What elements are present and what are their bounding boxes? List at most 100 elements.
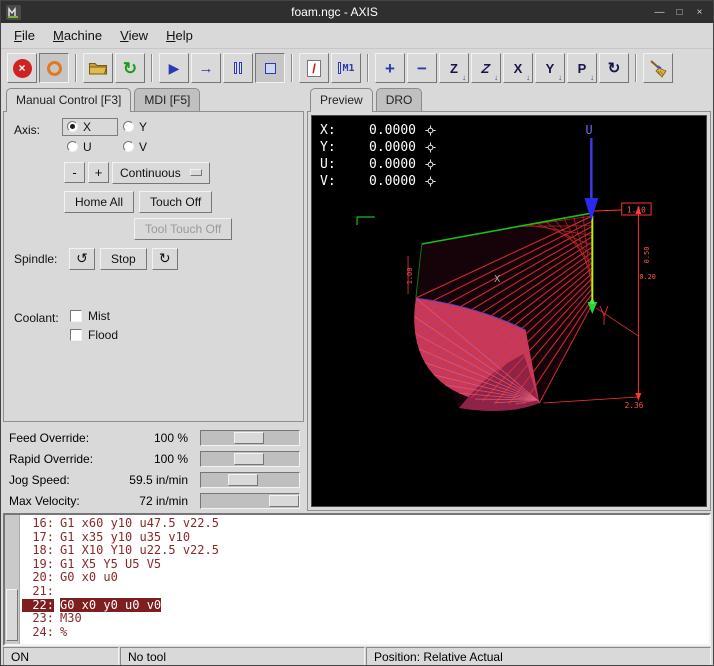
radio-y[interactable] [123,121,134,132]
feed-override-slider[interactable] [200,430,300,446]
gcode-line[interactable]: 24:% [22,626,709,640]
slider-thumb[interactable] [269,495,299,507]
close-button[interactable]: × [691,5,708,20]
axis-x-label: X [494,274,500,285]
line-text: G1 X5 Y5 U5 V5 [60,557,161,571]
view-y-icon: Y [546,62,555,75]
gcode-line[interactable]: 20:G0 x0 u0 [22,571,709,585]
gcode-line-active[interactable]: 22:G0 x0 y0 u0 v0 [22,599,709,613]
jog-mode-dropdown[interactable]: Continuous [112,162,210,184]
run-icon: ▶ [169,61,180,75]
broom-icon [648,58,668,78]
step-icon: → [199,61,214,76]
open-file-button[interactable] [83,53,113,83]
menu-machine[interactable]: Machine [44,25,111,46]
stop-program-button[interactable] [255,53,285,83]
gcode-line[interactable]: 18:G1 X10 Y10 u22.5 v22.5 [22,544,709,558]
view-x-icon: X [514,62,523,75]
spindle-cw-button[interactable]: ↻ [152,248,178,270]
rapid-override-slider[interactable] [200,451,300,467]
max-velocity-slider[interactable] [200,493,300,509]
gcode-line[interactable]: 21: [22,585,709,599]
tab-manual-control[interactable]: Manual Control [F3] [6,88,131,112]
radio-x[interactable] [67,121,78,132]
reload-file-button[interactable]: ↻ [115,53,145,83]
titlebar[interactable]: foam.ngc - AXIS — □ × [1,1,713,23]
radio-v[interactable] [123,141,134,152]
pause-icon [239,62,242,74]
gcode-line[interactable]: 23:M30 [22,612,709,626]
unhomed-icon [425,125,436,136]
axis-option-u[interactable]: U [62,138,118,156]
feed-override-row: Feed Override: 100 % [4,427,303,448]
scrollbar-thumb[interactable] [6,589,18,642]
left-panel: Manual Control [F3] MDI [F5] Axis: X Y U… [3,87,304,511]
dro-axis-value: 0.0000 [344,157,416,172]
svg-text:0.50: 0.50 [643,247,651,264]
gcode-line[interactable]: 19:G1 X5 Y5 U5 V5 [22,558,709,572]
gcode-line[interactable]: 17:G1 x35 y10 u35 v10 [22,531,709,545]
block-delete-toggle[interactable]: / [299,53,329,83]
view-z-rotated-button[interactable]: Z↓ [471,53,501,83]
open-folder-icon [88,60,108,76]
view-z-button[interactable]: Z↓ [439,53,469,83]
toolbar: × ↻ ▶ → / M1 + − Z↓ Z↓ X↓ Y↓ P↓ ↻ [1,48,713,87]
pause-program-button[interactable] [223,53,253,83]
max-velocity-label: Max Velocity: [4,494,122,508]
spindle-controls: Spindle: ↺ Stop ↻ [14,248,178,270]
gcode-listing: 16:G1 x60 y10 u47.5 v22.5 17:G1 x35 y10 … [3,513,711,646]
tab-dro[interactable]: DRO [376,88,423,111]
tool-touch-off-button[interactable]: Tool Touch Off [134,218,232,240]
estop-button[interactable]: × [7,53,37,83]
run-step-button[interactable]: → [191,53,221,83]
view-x-button[interactable]: X↓ [503,53,533,83]
view-y-button[interactable]: Y↓ [535,53,565,83]
zoom-out-button[interactable]: − [407,53,437,83]
flood-checkbox-row[interactable]: Flood [70,328,118,342]
svg-text:0.20: 0.20 [639,273,656,281]
machine-power-button[interactable] [39,53,69,83]
radio-u[interactable] [67,141,78,152]
jog-speed-slider[interactable] [200,472,300,488]
mini-arrow-icon: ↓ [558,74,562,82]
mist-checkbox-row[interactable]: Mist [70,309,118,323]
jog-plus-button[interactable]: + [88,162,109,183]
minimize-button[interactable]: — [651,5,668,20]
home-all-button[interactable]: Home All [64,191,134,213]
slider-thumb[interactable] [234,453,264,465]
gcode-scrollbar[interactable] [5,515,20,644]
optional-pause-toggle[interactable]: M1 [331,53,361,83]
line-number: 24: [22,626,54,640]
spindle-ccw-button[interactable]: ↺ [69,248,95,270]
tab-preview[interactable]: Preview [310,88,373,112]
slider-thumb[interactable] [234,432,264,444]
line-number: 20: [22,571,54,585]
axis-option-x[interactable]: X [62,118,118,136]
slider-thumb[interactable] [228,474,258,486]
mist-checkbox[interactable] [70,310,82,322]
preview-plot[interactable]: X:0.0000 Y:0.0000 U:0.0000 V:0.0000 [311,115,707,507]
optional-pause-icon [338,62,341,74]
menu-view[interactable]: View [111,25,157,46]
flood-checkbox[interactable] [70,329,82,341]
view-perspective-button[interactable]: P↓ [567,53,597,83]
maximize-button[interactable]: □ [671,5,688,20]
jog-minus-button[interactable]: - [64,162,85,183]
rotate-view-button[interactable]: ↻ [599,53,629,83]
gcode-line[interactable]: 16:G1 x60 y10 u47.5 v22.5 [22,517,709,531]
rapid-override-label: Rapid Override: [4,452,122,466]
run-program-button[interactable]: ▶ [159,53,189,83]
tab-mdi[interactable]: MDI [F5] [134,88,200,111]
menu-help[interactable]: Help [157,25,202,46]
touch-off-button[interactable]: Touch Off [139,191,212,213]
overrides-panel: Feed Override: 100 % Rapid Override: 100… [3,422,304,511]
menu-file[interactable]: File [5,25,44,46]
axis-option-v[interactable]: V [118,138,174,156]
clear-plot-button[interactable] [643,53,673,83]
zoom-in-button[interactable]: + [375,53,405,83]
pause-icon [234,62,237,74]
window-title: foam.ngc - AXIS [21,5,648,19]
left-tabs: Manual Control [F3] MDI [F5] [3,87,304,111]
axis-option-y[interactable]: Y [118,118,174,136]
spindle-stop-button[interactable]: Stop [100,248,147,270]
